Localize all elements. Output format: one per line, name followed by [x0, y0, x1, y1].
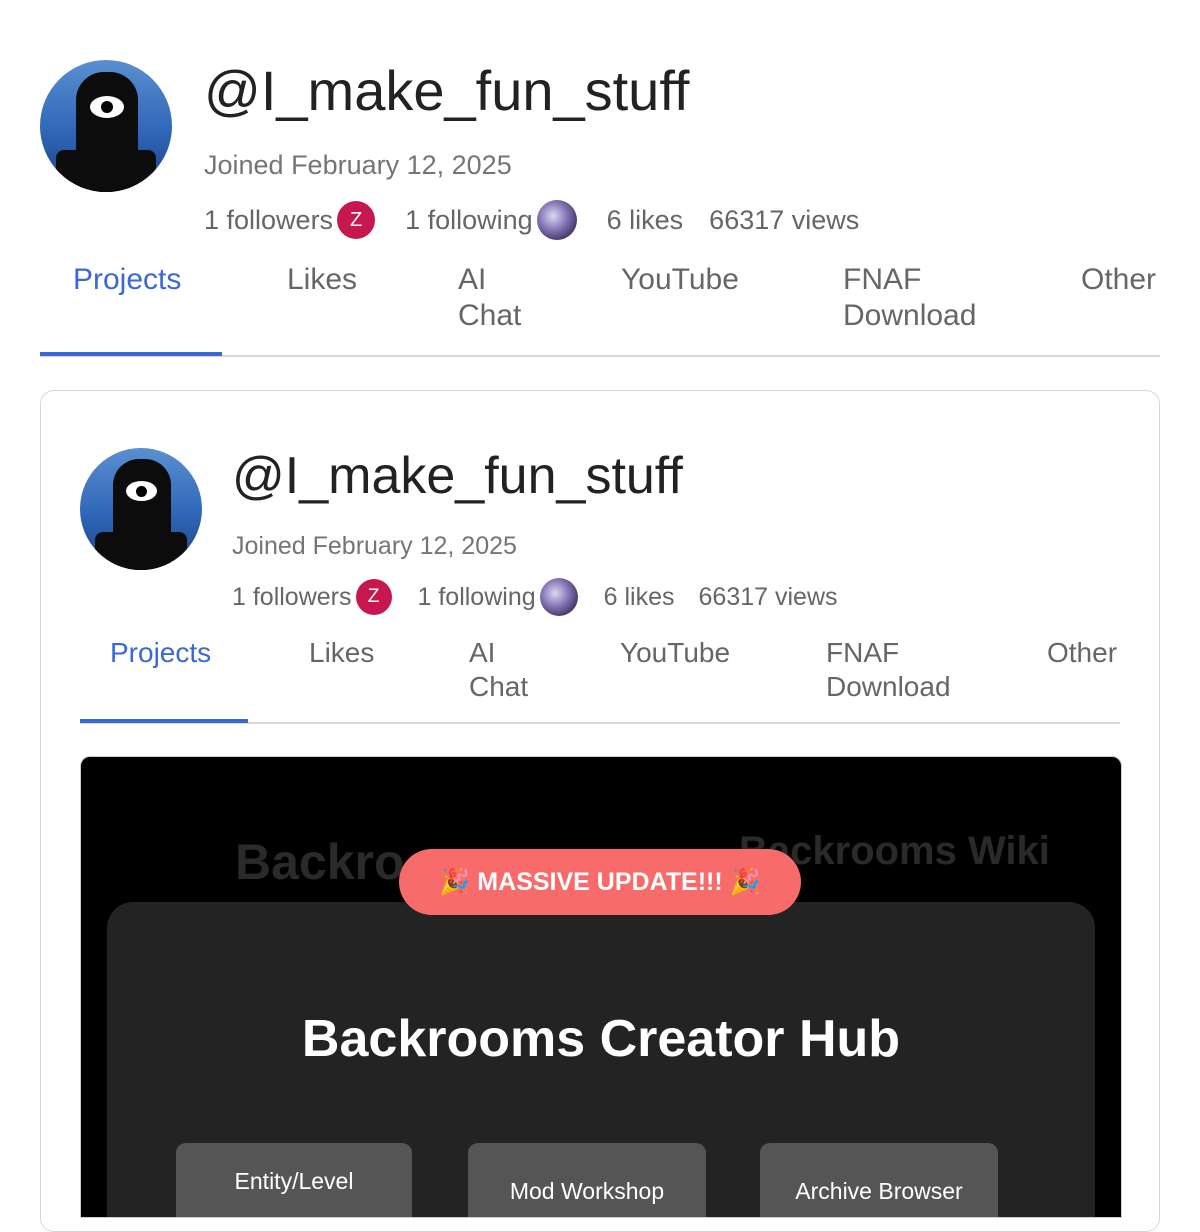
card-tab-ai-chat[interactable]: AI Chat — [469, 636, 528, 703]
update-banner: 🎉 MASSIVE UPDATE!!! 🎉 — [399, 849, 801, 915]
tab-projects[interactable]: Projects — [73, 262, 181, 298]
card-followers-count[interactable]: 1 followers — [232, 583, 352, 612]
card-active-tab-indicator — [80, 719, 248, 723]
follower-avatar[interactable]: Z — [337, 201, 376, 239]
archive-browser-button[interactable]: Archive Browser — [760, 1143, 998, 1217]
card-tab-projects[interactable]: Projects — [110, 636, 211, 670]
card-tab-youtube[interactable]: YouTube — [620, 636, 730, 670]
entity-level-button[interactable]: Entity/Level — [176, 1143, 412, 1217]
tab-other[interactable]: Other — [1081, 262, 1156, 298]
card-likes-count: 6 likes — [603, 582, 675, 611]
card-tab-other[interactable]: Other — [1047, 636, 1117, 670]
profile-avatar[interactable] — [40, 60, 172, 192]
card-tab-likes[interactable]: Likes — [309, 636, 374, 670]
followers-count[interactable]: 1 followers — [204, 205, 333, 236]
card-profile-stats: 1 followers Z 1 following 6 likes 66317 … — [232, 578, 838, 616]
tab-fnaf-download[interactable]: FNAF Download — [843, 262, 976, 334]
project-thumbnail[interactable]: Backro Backrooms Wiki 🎉 MASSIVE UPDATE!!… — [80, 756, 1122, 1218]
card-profile-handle: @I_make_fun_stuff — [232, 447, 683, 505]
active-tab-indicator — [40, 352, 222, 356]
likes-count: 6 likes — [606, 204, 684, 235]
following-count[interactable]: 1 following — [405, 205, 533, 236]
profile-stats: 1 followers Z 1 following 6 likes 66317 … — [204, 200, 859, 240]
profile-handle: @I_make_fun_stuff — [204, 59, 690, 122]
tab-ai-chat[interactable]: AI Chat — [458, 262, 521, 334]
hub-title: Backrooms Creator Hub — [301, 1010, 901, 1068]
tab-youtube[interactable]: YouTube — [621, 262, 739, 298]
card-profile-avatar[interactable] — [80, 448, 202, 570]
mod-workshop-button[interactable]: Mod Workshop — [468, 1143, 706, 1217]
following-avatar[interactable] — [536, 200, 577, 240]
card-following-avatar[interactable] — [539, 578, 578, 616]
tab-likes[interactable]: Likes — [287, 262, 357, 298]
views-count: 66317 views — [709, 204, 860, 235]
joined-date: Joined February 12, 2025 — [204, 150, 512, 180]
ghost-heading-left: Backro — [235, 834, 405, 890]
card-tab-fnaf-download[interactable]: FNAF Download — [826, 636, 951, 703]
card-following-count[interactable]: 1 following — [418, 583, 536, 612]
card-joined-date: Joined February 12, 2025 — [232, 532, 517, 560]
card-follower-avatar[interactable]: Z — [355, 579, 392, 615]
card-views-count: 66317 views — [698, 582, 838, 611]
